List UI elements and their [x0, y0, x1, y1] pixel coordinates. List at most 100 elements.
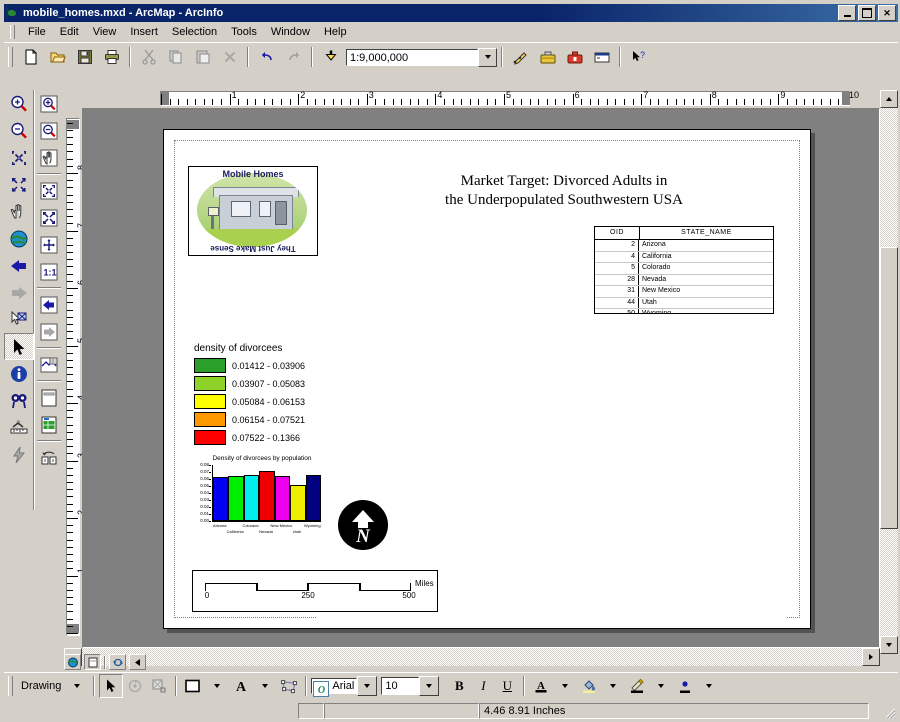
table-row[interactable]: 31 New Mexico [595, 286, 773, 298]
measure-icon[interactable]: ? [4, 414, 34, 441]
layout-view-icon[interactable] [34, 411, 64, 438]
vscroll-track-lower[interactable] [880, 529, 898, 636]
delete-icon[interactable] [217, 45, 242, 69]
font-size-control[interactable]: 10 [381, 676, 440, 696]
drawing-menu-arrow[interactable] [65, 674, 89, 698]
draw-shape-icon[interactable] [181, 674, 205, 698]
font-size-dropdown-arrow[interactable] [419, 676, 440, 696]
scroll-up-button[interactable] [880, 90, 898, 108]
new-element-icon[interactable] [147, 674, 171, 698]
table-row[interactable]: 28 Nevada [595, 274, 773, 286]
find-icon[interactable] [4, 387, 34, 414]
new-document-icon[interactable] [18, 45, 43, 69]
zoom-to-selection-icon[interactable] [34, 231, 64, 258]
vertical-ruler-track[interactable] [66, 118, 80, 636]
zoom-in-page-icon[interactable] [34, 90, 64, 117]
line-color-icon[interactable] [625, 674, 649, 698]
drawing-menu-label[interactable]: Drawing [17, 680, 65, 692]
pan-icon[interactable] [4, 198, 34, 225]
full-extent-icon[interactable] [4, 225, 34, 252]
font-color-dropdown-arrow[interactable] [553, 674, 577, 698]
column-header-oid[interactable]: OID [595, 227, 640, 239]
column-header-state-name[interactable]: STATE_NAME [640, 227, 773, 239]
data-view-icon[interactable] [34, 384, 64, 411]
editor-toolbar-icon[interactable] [508, 45, 533, 69]
legend-class-0[interactable]: 0.01412 - 0.03906 [194, 358, 334, 373]
table-row[interactable]: 50 Wyoming [595, 309, 773, 313]
data-view-tab-icon[interactable] [64, 654, 81, 670]
fixed-zoom-out-icon[interactable] [4, 171, 34, 198]
line-color-dropdown-arrow[interactable] [649, 674, 673, 698]
pan-page-icon[interactable] [34, 144, 64, 171]
north-arrow[interactable]: N [338, 500, 388, 550]
drawing-toolbar-grip[interactable] [8, 676, 13, 696]
toggle-draft-mode-icon[interactable] [34, 351, 64, 378]
show-toolbox-icon[interactable] [562, 45, 587, 69]
table-row[interactable]: 4 California [595, 251, 773, 263]
legend-class-3[interactable]: 0.06154 - 0.07521 [194, 412, 334, 427]
copy-icon[interactable] [163, 45, 188, 69]
hyperlink-icon[interactable] [4, 441, 34, 468]
redo-icon[interactable] [281, 45, 306, 69]
font-color-icon[interactable]: A [529, 674, 553, 698]
add-data-icon[interactable] [318, 45, 343, 69]
ruler-margin-start[interactable] [161, 92, 169, 105]
pause-drawing-icon[interactable] [129, 654, 146, 670]
cut-icon[interactable] [136, 45, 161, 69]
toolbar-grip[interactable] [8, 47, 13, 67]
vertical-scrollbar[interactable] [880, 90, 898, 654]
layout-view-tab-icon[interactable] [84, 654, 101, 670]
zoom-in-icon[interactable] [4, 90, 34, 117]
edit-vertices-icon[interactable] [277, 674, 301, 698]
go-back-extent-icon[interactable] [4, 252, 34, 279]
legend-class-2[interactable]: 0.05084 - 0.06153 [194, 394, 334, 409]
go-back-page-icon[interactable] [34, 291, 64, 318]
zoom-whole-page-icon[interactable] [34, 177, 64, 204]
undo-icon[interactable] [254, 45, 279, 69]
menu-item-selection[interactable]: Selection [165, 24, 224, 40]
marker-color-dropdown-arrow[interactable] [697, 674, 721, 698]
font-size-input[interactable]: 10 [381, 677, 420, 695]
layout-view-canvas[interactable]: Market Target: Divorced Adults in the Un… [82, 108, 880, 648]
map-scale-dropdown-arrow[interactable] [478, 47, 497, 67]
table-row[interactable]: 44 Utah [595, 297, 773, 309]
minimize-button[interactable] [838, 5, 856, 21]
zoom-100-percent-icon[interactable]: 1:1 [34, 258, 64, 285]
underline-button[interactable]: U [495, 674, 519, 698]
italic-button[interactable]: I [471, 674, 495, 698]
menu-item-file[interactable]: File [21, 24, 53, 40]
identify-icon[interactable] [4, 360, 34, 387]
scroll-right-button[interactable] [862, 648, 880, 666]
map-scale-bar[interactable]: 0 250 500 Miles [192, 570, 438, 612]
zoom-out-page-icon[interactable] [34, 117, 64, 144]
open-document-icon[interactable] [45, 45, 70, 69]
legend-class-1[interactable]: 0.03907 - 0.05083 [194, 376, 334, 391]
menu-item-tools[interactable]: Tools [224, 24, 264, 40]
bold-button[interactable]: B [447, 674, 471, 698]
scroll-down-button[interactable] [880, 636, 898, 654]
map-scale-input[interactable]: 1:9,000,000 [346, 48, 478, 66]
zoom-page-width-icon[interactable] [34, 204, 64, 231]
refresh-icon[interactable] [109, 654, 126, 670]
maximize-button[interactable] [858, 5, 876, 21]
font-name-dropdown-arrow[interactable] [357, 676, 378, 696]
attribute-table[interactable]: OID STATE_NAME 2 Arizona 4 California 5 Color… [594, 226, 774, 314]
table-row[interactable]: 5 Colorado [595, 263, 773, 275]
menu-item-edit[interactable]: Edit [53, 24, 86, 40]
command-line-icon[interactable] [589, 45, 614, 69]
divorce-density-bar-chart[interactable]: Density of divorcees by population 0.00 0… [192, 455, 332, 545]
paste-icon[interactable] [190, 45, 215, 69]
map-title[interactable]: Market Target: Divorced Adults in the Un… [364, 172, 764, 210]
go-forward-extent-icon[interactable] [4, 279, 34, 306]
select-elements-icon[interactable] [4, 333, 34, 360]
fill-color-icon[interactable] [577, 674, 601, 698]
menu-item-insert[interactable]: Insert [123, 24, 165, 40]
vscroll-thumb[interactable] [880, 247, 898, 529]
arctoolbox-icon[interactable] [535, 45, 560, 69]
vruler-margin-top[interactable] [67, 120, 79, 129]
map-legend[interactable]: density of divorcees 0.01412 - 0.03906 0.… [194, 343, 334, 448]
layout-page[interactable]: Market Target: Divorced Adults in the Un… [163, 129, 811, 629]
menu-grip[interactable] [10, 25, 15, 39]
menu-item-view[interactable]: View [86, 24, 124, 40]
marker-color-icon[interactable] [673, 674, 697, 698]
